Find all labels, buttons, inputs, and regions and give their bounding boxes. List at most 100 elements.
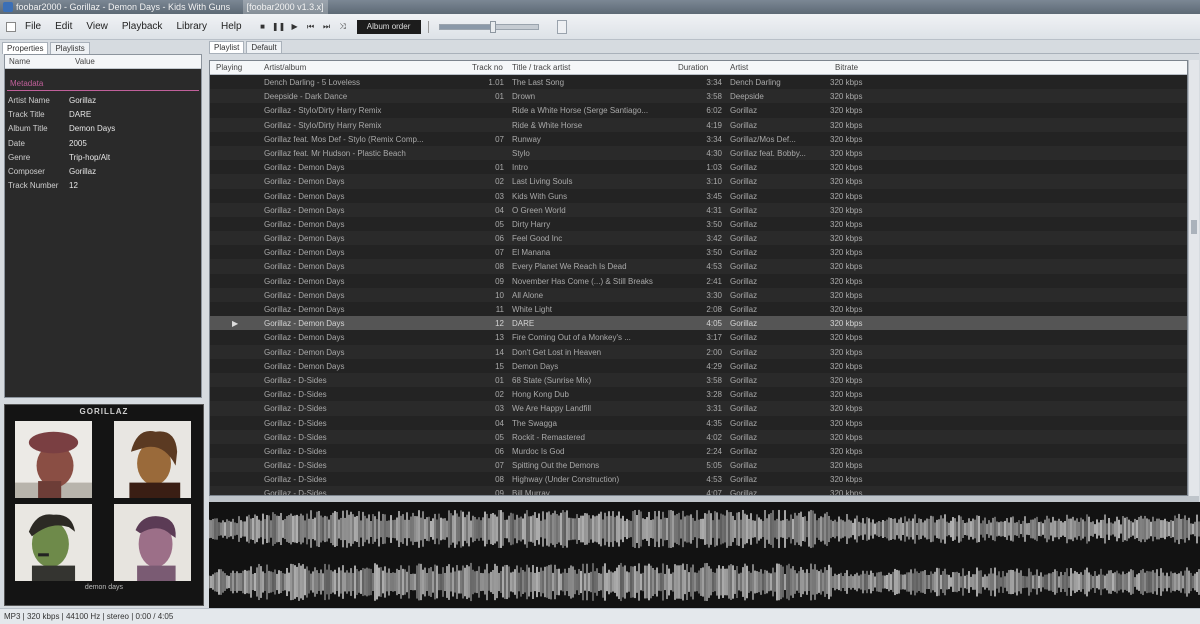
properties-header-value[interactable]: Value (71, 57, 137, 66)
table-row[interactable]: Gorillaz - Demon Days 03 Kids With Guns 3:4… (210, 188, 1187, 203)
row-playing-indicator: ▶ (232, 319, 239, 329)
column-playing[interactable]: Playing (216, 63, 242, 72)
table-row[interactable]: Gorillaz - Demon Days 02 Last Living Souls… (210, 174, 1187, 189)
property-row[interactable]: Album Title Demon Days (5, 122, 201, 136)
tab-default[interactable]: Default (246, 41, 282, 53)
pause-icon[interactable]: ❚❚ (272, 21, 285, 33)
table-row[interactable]: Gorillaz - D-Sides 02 Hong Kong Dub 3:28 Gor… (210, 387, 1187, 402)
app-icon (3, 2, 13, 12)
property-row[interactable]: Track Number 12 (5, 179, 201, 193)
table-row[interactable]: Gorillaz - D-Sides 01 68 State (Sunrise Mi… (210, 372, 1187, 388)
menu-library[interactable]: Library (169, 21, 214, 32)
property-row[interactable]: Composer Gorillaz (5, 164, 201, 178)
table-row[interactable]: Gorillaz feat. Mr Hudson - Plastic Beach… (210, 145, 1187, 161)
menu-playback[interactable]: Playback (115, 21, 170, 32)
app-menu-icon[interactable] (6, 21, 16, 32)
table-row[interactable]: Gorillaz - Demon Days 10 All Alone 3:30 Gori… (210, 287, 1187, 302)
row-bitrate: 320 kbps (830, 205, 863, 215)
property-row[interactable]: Genre Trip-hop/Alt (5, 150, 201, 164)
column-title[interactable]: Title / track artist (512, 63, 570, 72)
row-title: Drown (512, 92, 536, 102)
row-track-no: 02 (495, 390, 504, 400)
tab-playlist[interactable]: Playlist (209, 41, 245, 53)
table-row[interactable]: Gorillaz - D-Sides 08 Highway (Under Const… (210, 472, 1187, 487)
tab-properties[interactable]: Properties (2, 42, 49, 54)
table-row[interactable]: Gorillaz feat. Mos Def - Stylo (Remix Co… (210, 131, 1187, 146)
scrollbar-thumb[interactable] (1191, 220, 1197, 234)
row-track-no: 01 (495, 375, 504, 385)
table-row[interactable]: Gorillaz - Demon Days 11 White Light 2:08 Go… (210, 302, 1187, 317)
column-track-no[interactable]: Track no (472, 63, 503, 72)
table-row[interactable]: Gorillaz - Demon Days 09 November Has Come… (210, 273, 1187, 288)
row-duration: 3:34 (706, 134, 722, 144)
row-track-no: 12 (495, 319, 504, 329)
row-artist: Dench Darling (730, 78, 781, 87)
column-duration[interactable]: Duration (678, 63, 708, 72)
table-row[interactable]: Gorillaz - Demon Days 14 Don't Get Lost in… (210, 344, 1187, 359)
table-row[interactable]: Gorillaz - Demon Days 04 O Green World 4:31… (210, 202, 1187, 217)
volume-slider[interactable] (438, 20, 539, 33)
row-track-no: 08 (495, 262, 504, 272)
property-row[interactable]: Artist Name Gorillaz (5, 93, 201, 107)
row-bitrate: 320 kbps (830, 475, 863, 485)
table-row[interactable]: Gorillaz - D-Sides 07 Spitting Out the Dem… (210, 458, 1187, 473)
row-duration: 3:50 (706, 219, 722, 229)
prev-icon[interactable]: ⏮ (305, 21, 317, 33)
seek-end-handle[interactable] (556, 19, 567, 34)
column-artist[interactable]: Artist (730, 63, 748, 72)
status-bar: MP3 | 320 kbps | 44100 Hz | stereo | 0:0… (0, 608, 1200, 624)
row-artist-album: Gorillaz - Demon Days (264, 177, 345, 187)
table-row[interactable]: Gorillaz - Demon Days 06 Feel Good Inc 3:42… (210, 231, 1187, 246)
play-icon[interactable]: ▶ (289, 21, 301, 33)
table-row[interactable]: Gorillaz - Demon Days 15 Demon Days 4:29 Gor… (210, 358, 1187, 373)
playlist-view: Playing Artist/album Track no Title / tr… (209, 60, 1188, 496)
menu-edit[interactable]: Edit (48, 21, 79, 32)
column-bitrate[interactable]: Bitrate (835, 63, 858, 72)
row-duration: 1:03 (706, 163, 722, 173)
table-row[interactable]: Deepside - Dark Dance 01 Drown 3:58 Deepside… (210, 89, 1187, 104)
row-artist-album: Dench Darling - 5 Loveless (264, 78, 361, 87)
table-row[interactable]: Gorillaz - D-Sides 03 We Are Happy Landfil… (210, 401, 1187, 416)
row-duration: 3:17 (706, 333, 722, 343)
table-row[interactable]: Gorillaz - Stylo/Dirty Harry Remix Ride &… (210, 117, 1187, 132)
next-icon[interactable]: ⏭ (321, 21, 333, 33)
row-bitrate: 320 kbps (830, 432, 863, 442)
playback-order-dropdown[interactable]: Album order (356, 19, 421, 34)
tab-playlists[interactable]: Playlists (50, 42, 90, 54)
playlist-scrollbar[interactable] (1188, 60, 1199, 496)
stop-icon[interactable]: ■ (257, 21, 269, 33)
properties-header-name[interactable]: Name (5, 57, 71, 66)
menu-file[interactable]: File (18, 21, 48, 32)
table-row[interactable]: Gorillaz - Demon Days 08 Every Planet We R… (210, 259, 1187, 274)
table-row[interactable]: Gorillaz - Stylo/Dirty Harry Remix Ride a… (210, 103, 1187, 118)
row-track-no: 04 (495, 418, 504, 428)
menu-help[interactable]: Help (214, 21, 249, 32)
menu-view[interactable]: View (79, 21, 115, 32)
table-row[interactable]: Gorillaz - Demon Days 05 Dirty Harry 3:50 Go… (210, 216, 1187, 232)
table-row[interactable]: Gorillaz - Demon Days 01 Intro 1:03 Gorillaz… (210, 160, 1187, 175)
property-name: Date (8, 138, 25, 148)
property-name: Album Title (8, 124, 48, 134)
row-title: O Green World (512, 205, 566, 215)
row-artist: Gorillaz (730, 361, 758, 371)
row-track-no: 09 (495, 276, 504, 286)
table-row[interactable]: Gorillaz - D-Sides 05 Rockit - Remastered 4… (210, 429, 1187, 444)
table-row[interactable]: Gorillaz - Demon Days 13 Fire Coming Out o… (210, 330, 1187, 345)
row-artist: Gorillaz (730, 305, 758, 314)
property-row[interactable]: Date 2005 (5, 136, 201, 150)
table-row[interactable]: Gorillaz - Demon Days 07 El Manana 3:50 Gori… (210, 245, 1187, 260)
waveform-seekbar[interactable] (209, 502, 1200, 608)
table-row[interactable]: ▶ Gorillaz - Demon Days 12 DARE 4:05 Gorillaz… (210, 316, 1187, 331)
volume-thumb[interactable] (490, 20, 497, 33)
table-row[interactable]: Gorillaz - D-Sides 04 The Swagga 4:35 Gorill… (210, 415, 1187, 430)
table-row[interactable]: Gorillaz - D-Sides 06 Murdoc Is God 2:24 Gor… (210, 443, 1187, 459)
row-track-no: 01 (495, 163, 504, 173)
column-artist-album[interactable]: Artist/album (264, 63, 306, 72)
row-artist: Gorillaz (730, 290, 758, 300)
table-row[interactable]: Gorillaz - D-Sides 09 Bill Murray 4:07 Goril… (210, 486, 1187, 495)
row-artist-album: Deepside - Dark Dance (264, 92, 348, 102)
table-row[interactable]: Dench Darling - 5 Loveless 1.01 The Last S… (210, 75, 1187, 90)
random-icon[interactable]: ⤨ (337, 21, 349, 33)
property-row[interactable]: Track Title DARE (5, 107, 201, 121)
row-artist: Gorillaz (730, 461, 758, 471)
